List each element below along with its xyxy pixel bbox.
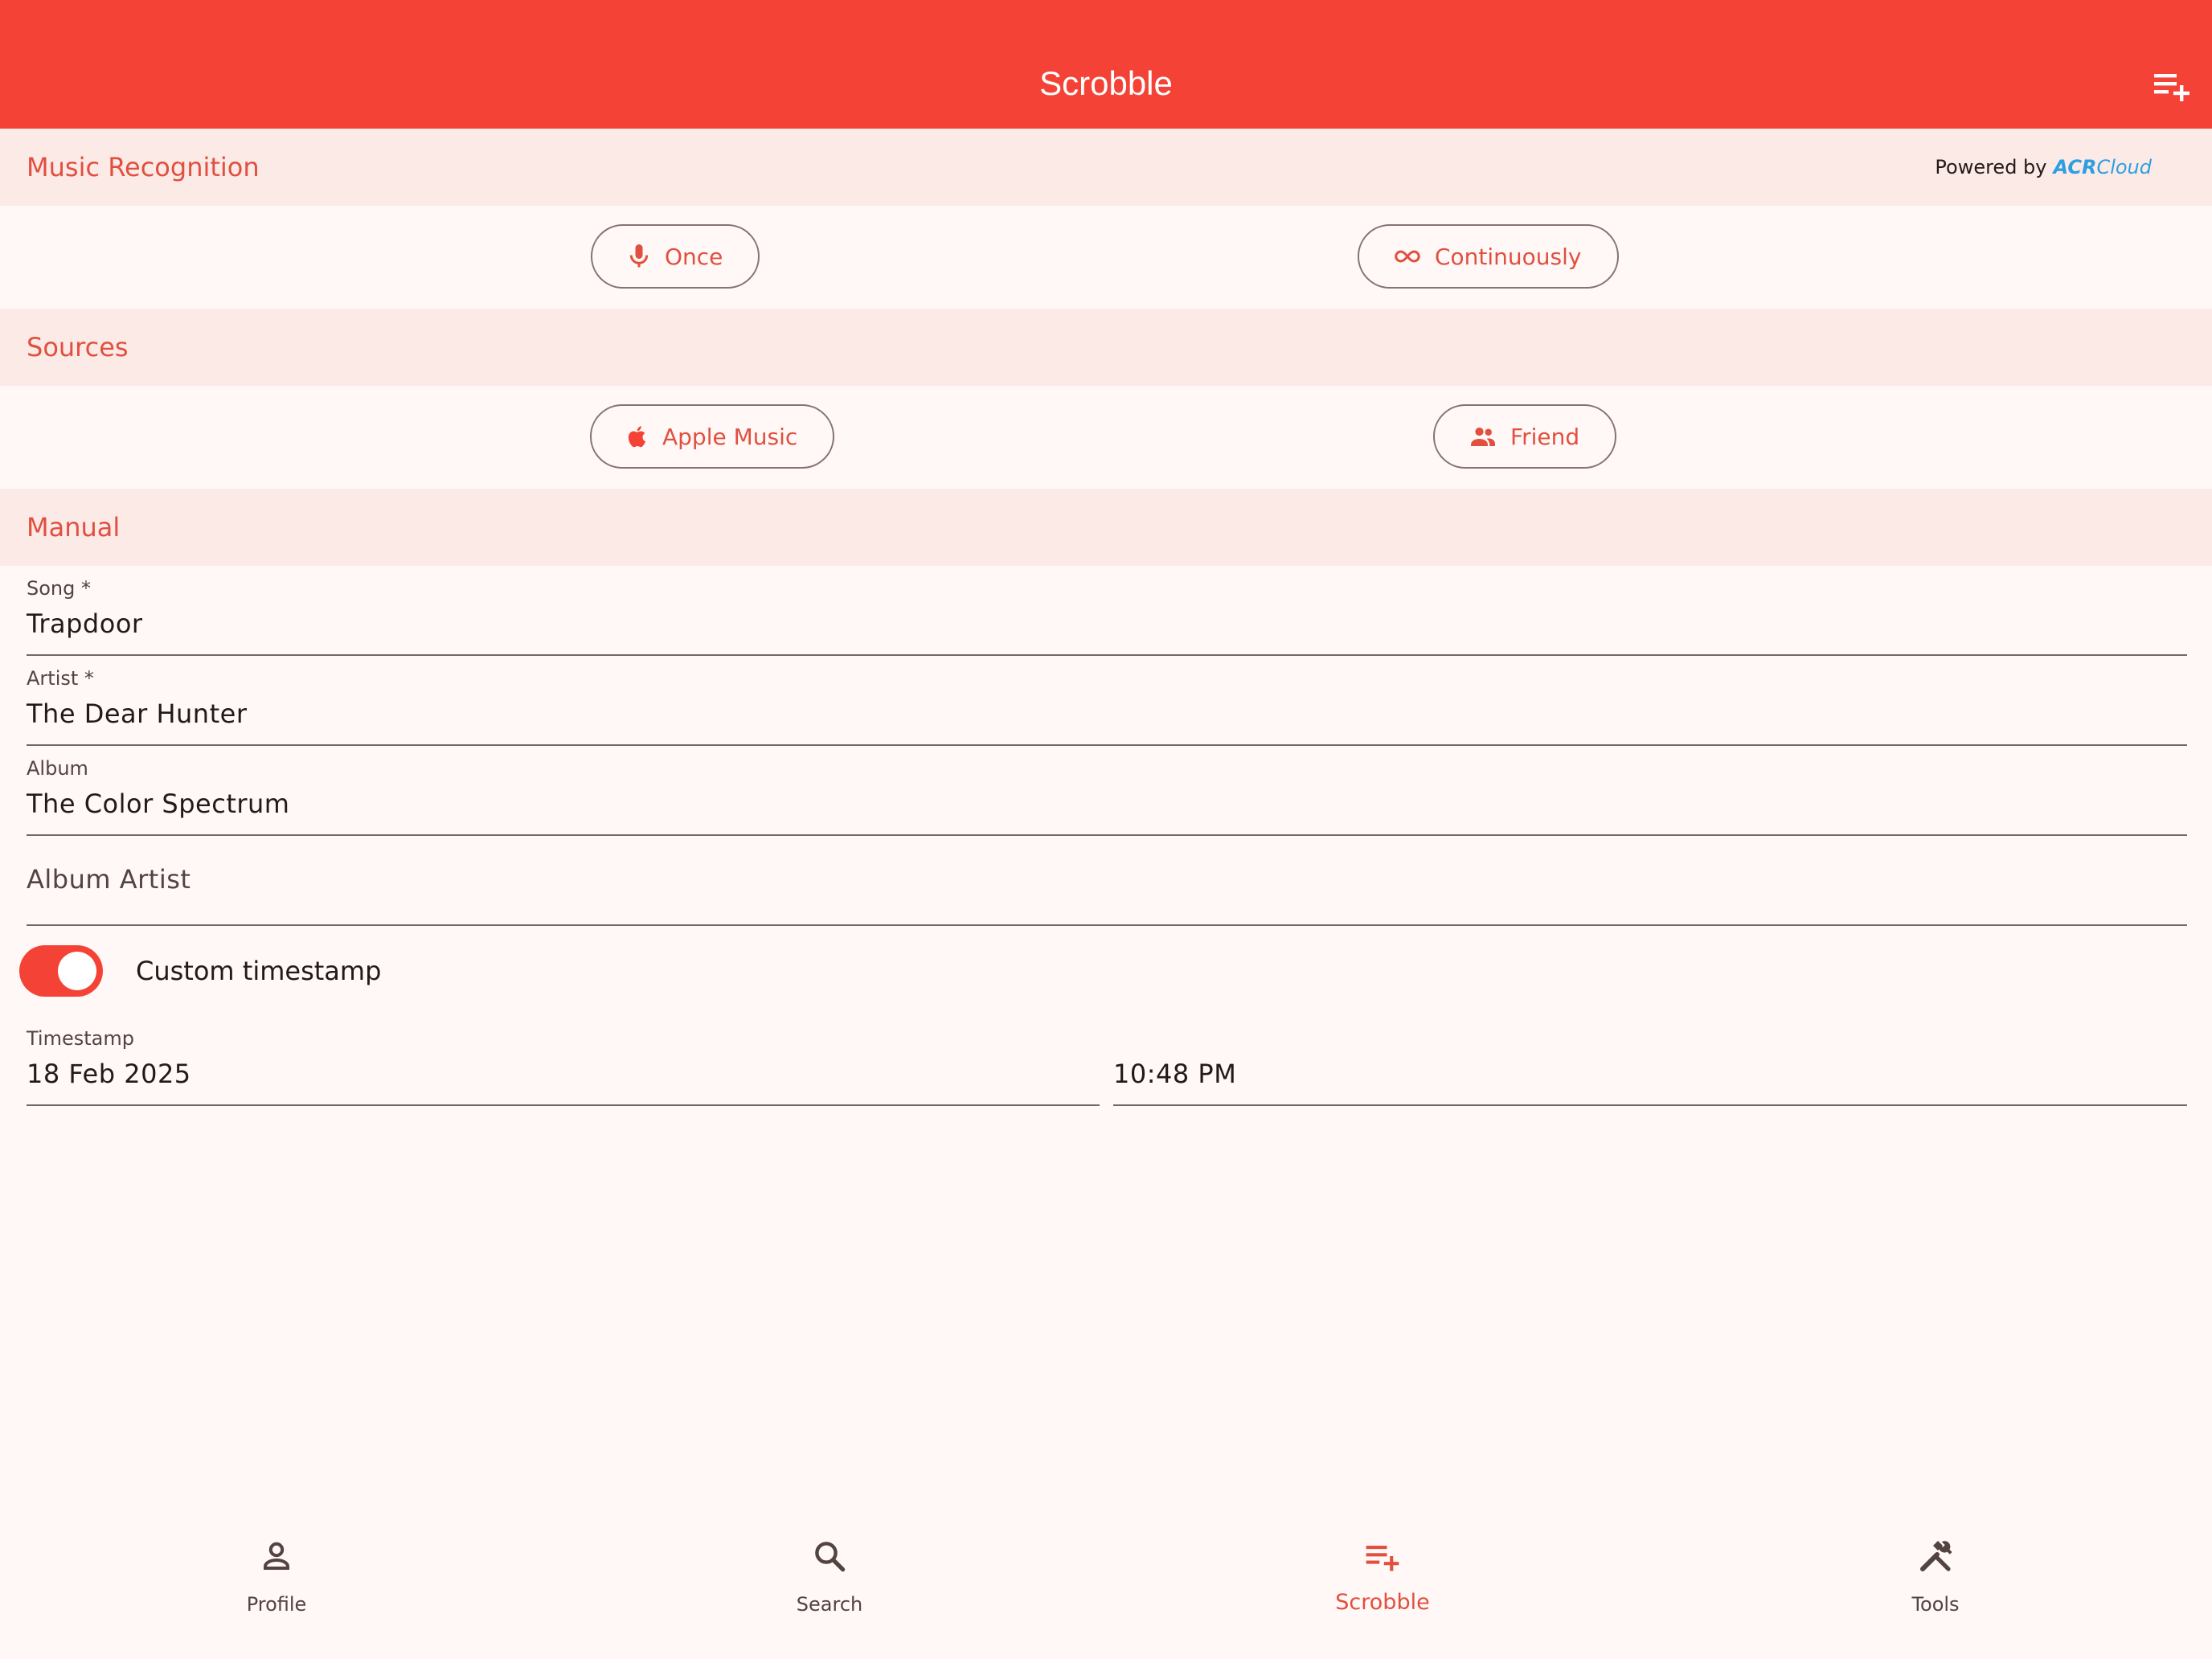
mic-icon	[629, 244, 649, 268]
powered-by-label: Powered by	[1935, 156, 2047, 178]
artist-field-value[interactable]: The Dear Hunter	[27, 696, 247, 731]
playlist-add-icon[interactable]	[2151, 66, 2193, 104]
recognition-buttons-row: Once Continuously	[0, 206, 2212, 309]
custom-timestamp-label: Custom timestamp	[136, 956, 382, 986]
apple-icon	[628, 426, 646, 448]
artist-field-label: Artist *	[27, 667, 94, 690]
switch-thumb	[58, 952, 96, 990]
nav-label-tools: Tools	[1911, 1593, 1960, 1616]
powered-by-acrcloud: Powered by ACRCloud	[1935, 153, 2152, 182]
section-title-sources: Sources	[27, 332, 129, 363]
timestamp-label: Timestamp	[27, 1027, 134, 1050]
acrcloud-logo-strong: ACR	[2053, 156, 2097, 178]
timestamp-time-value[interactable]: 10:48 PM	[1113, 1056, 1236, 1092]
recognize-continuously-button[interactable]: Continuously	[1358, 224, 1619, 289]
sources-buttons-row: Apple Music Friend	[0, 386, 2212, 489]
search-icon	[815, 1542, 846, 1572]
album-field[interactable]: Album The Color Spectrum	[27, 746, 2187, 836]
timestamp-time-field[interactable]: 10:48 PM	[1113, 1016, 2187, 1106]
custom-timestamp-row: Custom timestamp	[0, 939, 2212, 1003]
section-title-music-recognition: Music Recognition	[27, 152, 260, 182]
nav-label-scrobble: Scrobble	[1335, 1590, 1430, 1615]
acrcloud-logo-light: Cloud	[2096, 156, 2152, 178]
recognize-once-button[interactable]: Once	[591, 224, 760, 289]
artist-field[interactable]: Artist * The Dear Hunter	[27, 656, 2187, 746]
bottom-navigation: Profile Search Scrobble Tools	[0, 1518, 2212, 1659]
album-field-label: Album	[27, 757, 88, 780]
infinity-icon	[1395, 250, 1420, 263]
tools-icon	[1920, 1541, 1952, 1571]
people-icon	[1471, 427, 1495, 446]
nav-label-search: Search	[796, 1593, 863, 1616]
nav-item-search[interactable]: Search	[553, 1518, 1106, 1659]
custom-timestamp-switch[interactable]	[19, 945, 103, 997]
album-field-value[interactable]: The Color Spectrum	[27, 786, 289, 821]
music-recognition-header: Music Recognition Powered by ACRCloud	[0, 129, 2212, 206]
page-title: Scrobble	[1039, 64, 1173, 102]
album-artist-placeholder: Album Artist	[27, 864, 191, 895]
album-artist-field[interactable]: Album Artist	[27, 836, 2187, 926]
person-icon	[264, 1542, 289, 1570]
song-field-label: Song *	[27, 577, 91, 600]
section-title-manual: Manual	[27, 512, 121, 543]
nav-item-tools[interactable]: Tools	[1659, 1518, 2212, 1659]
song-field-value[interactable]: Trapdoor	[27, 606, 143, 641]
apple-music-button[interactable]: Apple Music	[590, 404, 835, 469]
nav-item-profile[interactable]: Profile	[0, 1518, 553, 1659]
app-root: Scrobble Music Recognition Powered by ACR…	[0, 0, 2212, 1659]
sources-header: Sources	[0, 309, 2212, 386]
once-label: Once	[665, 243, 723, 270]
nav-label-profile: Profile	[246, 1593, 307, 1616]
nav-item-scrobble[interactable]: Scrobble	[1106, 1518, 1659, 1659]
apple-music-label: Apple Music	[662, 423, 798, 450]
playlist-add-icon	[1366, 1546, 1399, 1571]
continuously-label: Continuously	[1435, 243, 1582, 270]
manual-header: Manual	[0, 489, 2212, 566]
song-field[interactable]: Song * Trapdoor	[27, 566, 2187, 656]
timestamp-date-field[interactable]: Timestamp 18 Feb 2025	[27, 1016, 1100, 1106]
app-bar: Scrobble	[0, 0, 2212, 129]
timestamp-date-value[interactable]: 18 Feb 2025	[27, 1056, 191, 1092]
friend-label: Friend	[1510, 423, 1580, 450]
friend-button[interactable]: Friend	[1433, 404, 1617, 469]
